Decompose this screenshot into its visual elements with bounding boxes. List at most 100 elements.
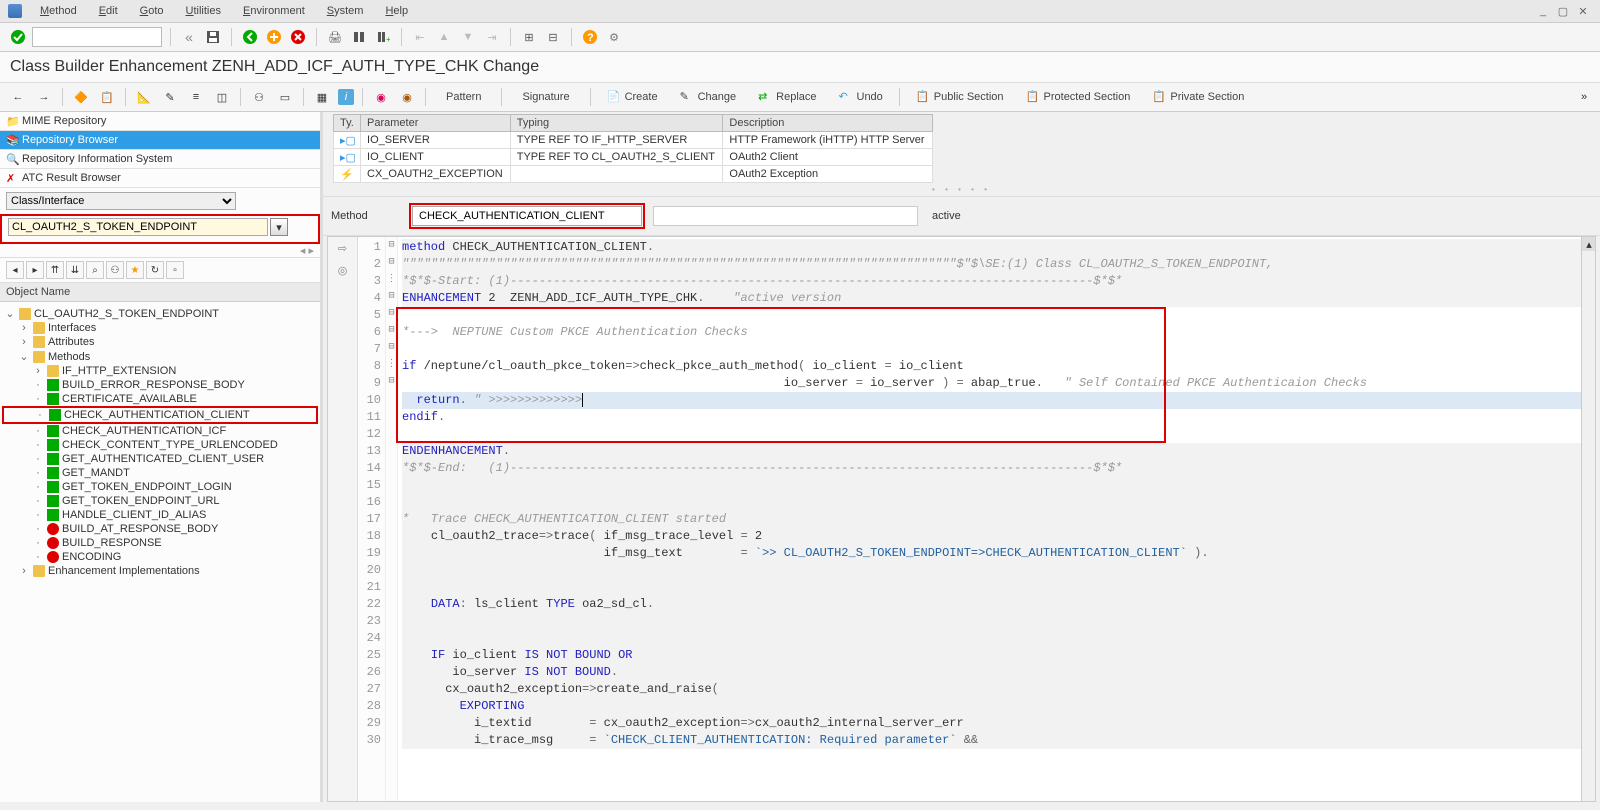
- param-row[interactable]: ▸▢IO_CLIENTTYPE REF TO CL_OAUTH2_S_CLIEN…: [334, 149, 933, 166]
- change-button[interactable]: ✎Change: [672, 88, 745, 106]
- window-minimize-icon[interactable]: _: [1536, 4, 1550, 18]
- tree-method-item[interactable]: ·GET_TOKEN_ENDPOINT_LOGIN: [2, 480, 318, 494]
- code-editor[interactable]: ⇨ ◎ 123456789101112131415161718192021222…: [327, 236, 1596, 802]
- shortcut-icon[interactable]: ⊟: [543, 27, 563, 47]
- tree-method-item[interactable]: ·CERTIFICATE_AVAILABLE: [2, 392, 318, 406]
- nav-mime-repository[interactable]: 📁MIME Repository: [0, 112, 320, 131]
- menu-system[interactable]: System: [317, 3, 374, 19]
- display-object-icon[interactable]: 🔶: [71, 87, 91, 107]
- tree-method-item[interactable]: ·GET_TOKEN_ENDPOINT_URL: [2, 494, 318, 508]
- vertical-scrollbar[interactable]: ▴: [1581, 237, 1595, 801]
- menu-utilities[interactable]: Utilities: [176, 3, 231, 19]
- class-name-input[interactable]: [8, 218, 268, 236]
- tree-method-item[interactable]: ·CHECK_AUTHENTICATION_ICF: [2, 424, 318, 438]
- tree-method-item[interactable]: ·CHECK_AUTHENTICATION_CLIENT: [2, 406, 318, 424]
- object-tree[interactable]: ⌄CL_OAUTH2_S_TOKEN_ENDPOINT ›Interfaces …: [0, 302, 320, 802]
- other-object-icon[interactable]: 📋: [97, 87, 117, 107]
- tree-up-icon[interactable]: ⇈: [46, 261, 64, 279]
- splitter[interactable]: • • • • •: [323, 183, 1600, 196]
- command-field[interactable]: [32, 27, 162, 47]
- tree-method-item[interactable]: ·BUILD_RESPONSE: [2, 536, 318, 550]
- ok-icon[interactable]: [8, 27, 28, 47]
- tree-method-item[interactable]: ›IF_HTTP_EXTENSION: [2, 364, 318, 378]
- print-icon[interactable]: 🖨: [325, 27, 345, 47]
- gutter-arrow-icon[interactable]: ⇨: [334, 239, 352, 257]
- tree-more-icon[interactable]: ▫: [166, 261, 184, 279]
- nav-atc-result-browser[interactable]: ✗ATC Result Browser: [0, 169, 320, 188]
- scroll-up-icon[interactable]: ▴: [1582, 237, 1596, 251]
- param-row[interactable]: ⚡CX_OAUTH2_EXCEPTIONOAuth2 Exception: [334, 166, 933, 183]
- pattern-button[interactable]: Pattern: [434, 89, 493, 105]
- tree-down-icon[interactable]: ⇊: [66, 261, 84, 279]
- tree-method-item[interactable]: ·HANDLE_CLIENT_ID_ALIAS: [2, 508, 318, 522]
- cancel-icon[interactable]: [288, 27, 308, 47]
- nav-repository-info-system[interactable]: 🔍Repository Information System: [0, 150, 320, 169]
- check-icon[interactable]: 📐: [134, 87, 154, 107]
- test-icon[interactable]: ≡: [186, 87, 206, 107]
- pretty-print-icon[interactable]: ◉: [371, 87, 391, 107]
- new-session-icon[interactable]: ⊞: [519, 27, 539, 47]
- tree-back-icon[interactable]: ◂: [6, 261, 24, 279]
- tree-fav-icon[interactable]: ★: [126, 261, 144, 279]
- settings-icon[interactable]: ⚙: [604, 27, 624, 47]
- outline-icon[interactable]: ▭: [275, 87, 295, 107]
- menu-goto[interactable]: Goto: [130, 3, 174, 19]
- code-content[interactable]: method CHECK_AUTHENTICATION_CLIENT."""""…: [398, 237, 1595, 801]
- class-search-dropdown[interactable]: ▾: [270, 218, 288, 236]
- object-type-select[interactable]: Class/Interface: [6, 192, 236, 210]
- menu-method[interactable]: Method: [30, 3, 87, 19]
- syntax-icon[interactable]: ◉: [397, 87, 417, 107]
- last-page-icon[interactable]: ⇥: [482, 27, 502, 47]
- nav-back-icon[interactable]: [240, 27, 260, 47]
- method-name-field[interactable]: [412, 206, 642, 226]
- tree-method-item[interactable]: ·ENCODING: [2, 550, 318, 564]
- tree-folder-enhancement[interactable]: ›Enhancement Implementations: [2, 564, 318, 578]
- nav-right-icon[interactable]: →: [34, 87, 54, 107]
- menu-help[interactable]: Help: [375, 3, 418, 19]
- nav-left-icon[interactable]: ←: [8, 87, 28, 107]
- where-used-icon[interactable]: ◫: [212, 87, 232, 107]
- find-icon[interactable]: [349, 27, 369, 47]
- create-button[interactable]: 📄Create: [599, 88, 666, 106]
- public-section-button[interactable]: 📋Public Section: [908, 88, 1012, 106]
- signature-button[interactable]: Signature: [510, 89, 581, 105]
- param-row[interactable]: ▸▢IO_SERVERTYPE REF TO IF_HTTP_SERVERHTT…: [334, 132, 933, 149]
- window-restore-icon[interactable]: ▢: [1556, 4, 1570, 18]
- tree-fwd-icon[interactable]: ▸: [26, 261, 44, 279]
- tree-hier-icon[interactable]: ⚇: [106, 261, 124, 279]
- nav-repository-browser[interactable]: 📚Repository Browser: [0, 131, 320, 150]
- tree-method-item[interactable]: ·BUILD_ERROR_RESPONSE_BODY: [2, 378, 318, 392]
- undo-button[interactable]: ↶Undo: [831, 88, 891, 106]
- prev-page-icon[interactable]: ▲: [434, 27, 454, 47]
- tree-folder-attributes[interactable]: ›Attributes: [2, 335, 318, 349]
- expand-toolbar-icon[interactable]: »: [1576, 89, 1592, 105]
- tree-folder-methods[interactable]: ⌄Methods: [2, 349, 318, 364]
- private-section-button[interactable]: 📋Private Section: [1144, 88, 1252, 106]
- tree-method-item[interactable]: ·GET_MANDT: [2, 466, 318, 480]
- window-close-icon[interactable]: ✕: [1576, 4, 1590, 18]
- tree-folder-interfaces[interactable]: ›Interfaces: [2, 321, 318, 335]
- replace-button[interactable]: ⇄Replace: [750, 88, 824, 106]
- tree-method-item[interactable]: ·CHECK_CONTENT_TYPE_URLENCODED: [2, 438, 318, 452]
- fold-column[interactable]: ⊟⊟⋮⊟⊟⊟⊟⋮⊟: [386, 237, 398, 801]
- save-icon[interactable]: [203, 27, 223, 47]
- gutter-circle-icon[interactable]: ◎: [334, 261, 352, 279]
- back-icon[interactable]: «: [179, 27, 199, 47]
- info-icon[interactable]: i: [338, 89, 354, 105]
- menu-edit[interactable]: Edit: [89, 3, 128, 19]
- next-page-icon[interactable]: ▼: [458, 27, 478, 47]
- tree-method-item[interactable]: ·GET_AUTHENTICATED_CLIENT_USER: [2, 452, 318, 466]
- tree-method-item[interactable]: ·BUILD_AT_RESPONSE_BODY: [2, 522, 318, 536]
- hierarchy-icon[interactable]: ⚇: [249, 87, 269, 107]
- first-page-icon[interactable]: ⇤: [410, 27, 430, 47]
- breakpoint-icon[interactable]: ▦: [312, 87, 332, 107]
- tree-find-icon[interactable]: ⌕: [86, 261, 104, 279]
- tree-root[interactable]: ⌄CL_OAUTH2_S_TOKEN_ENDPOINT: [2, 306, 318, 321]
- tree-refresh-icon[interactable]: ↻: [146, 261, 164, 279]
- nav-exit-icon[interactable]: [264, 27, 284, 47]
- protected-section-button[interactable]: 📋Protected Section: [1018, 88, 1139, 106]
- help-icon[interactable]: ?: [580, 27, 600, 47]
- menu-environment[interactable]: Environment: [233, 3, 315, 19]
- activate-icon[interactable]: ✎: [160, 87, 180, 107]
- find-next-icon[interactable]: +: [373, 27, 393, 47]
